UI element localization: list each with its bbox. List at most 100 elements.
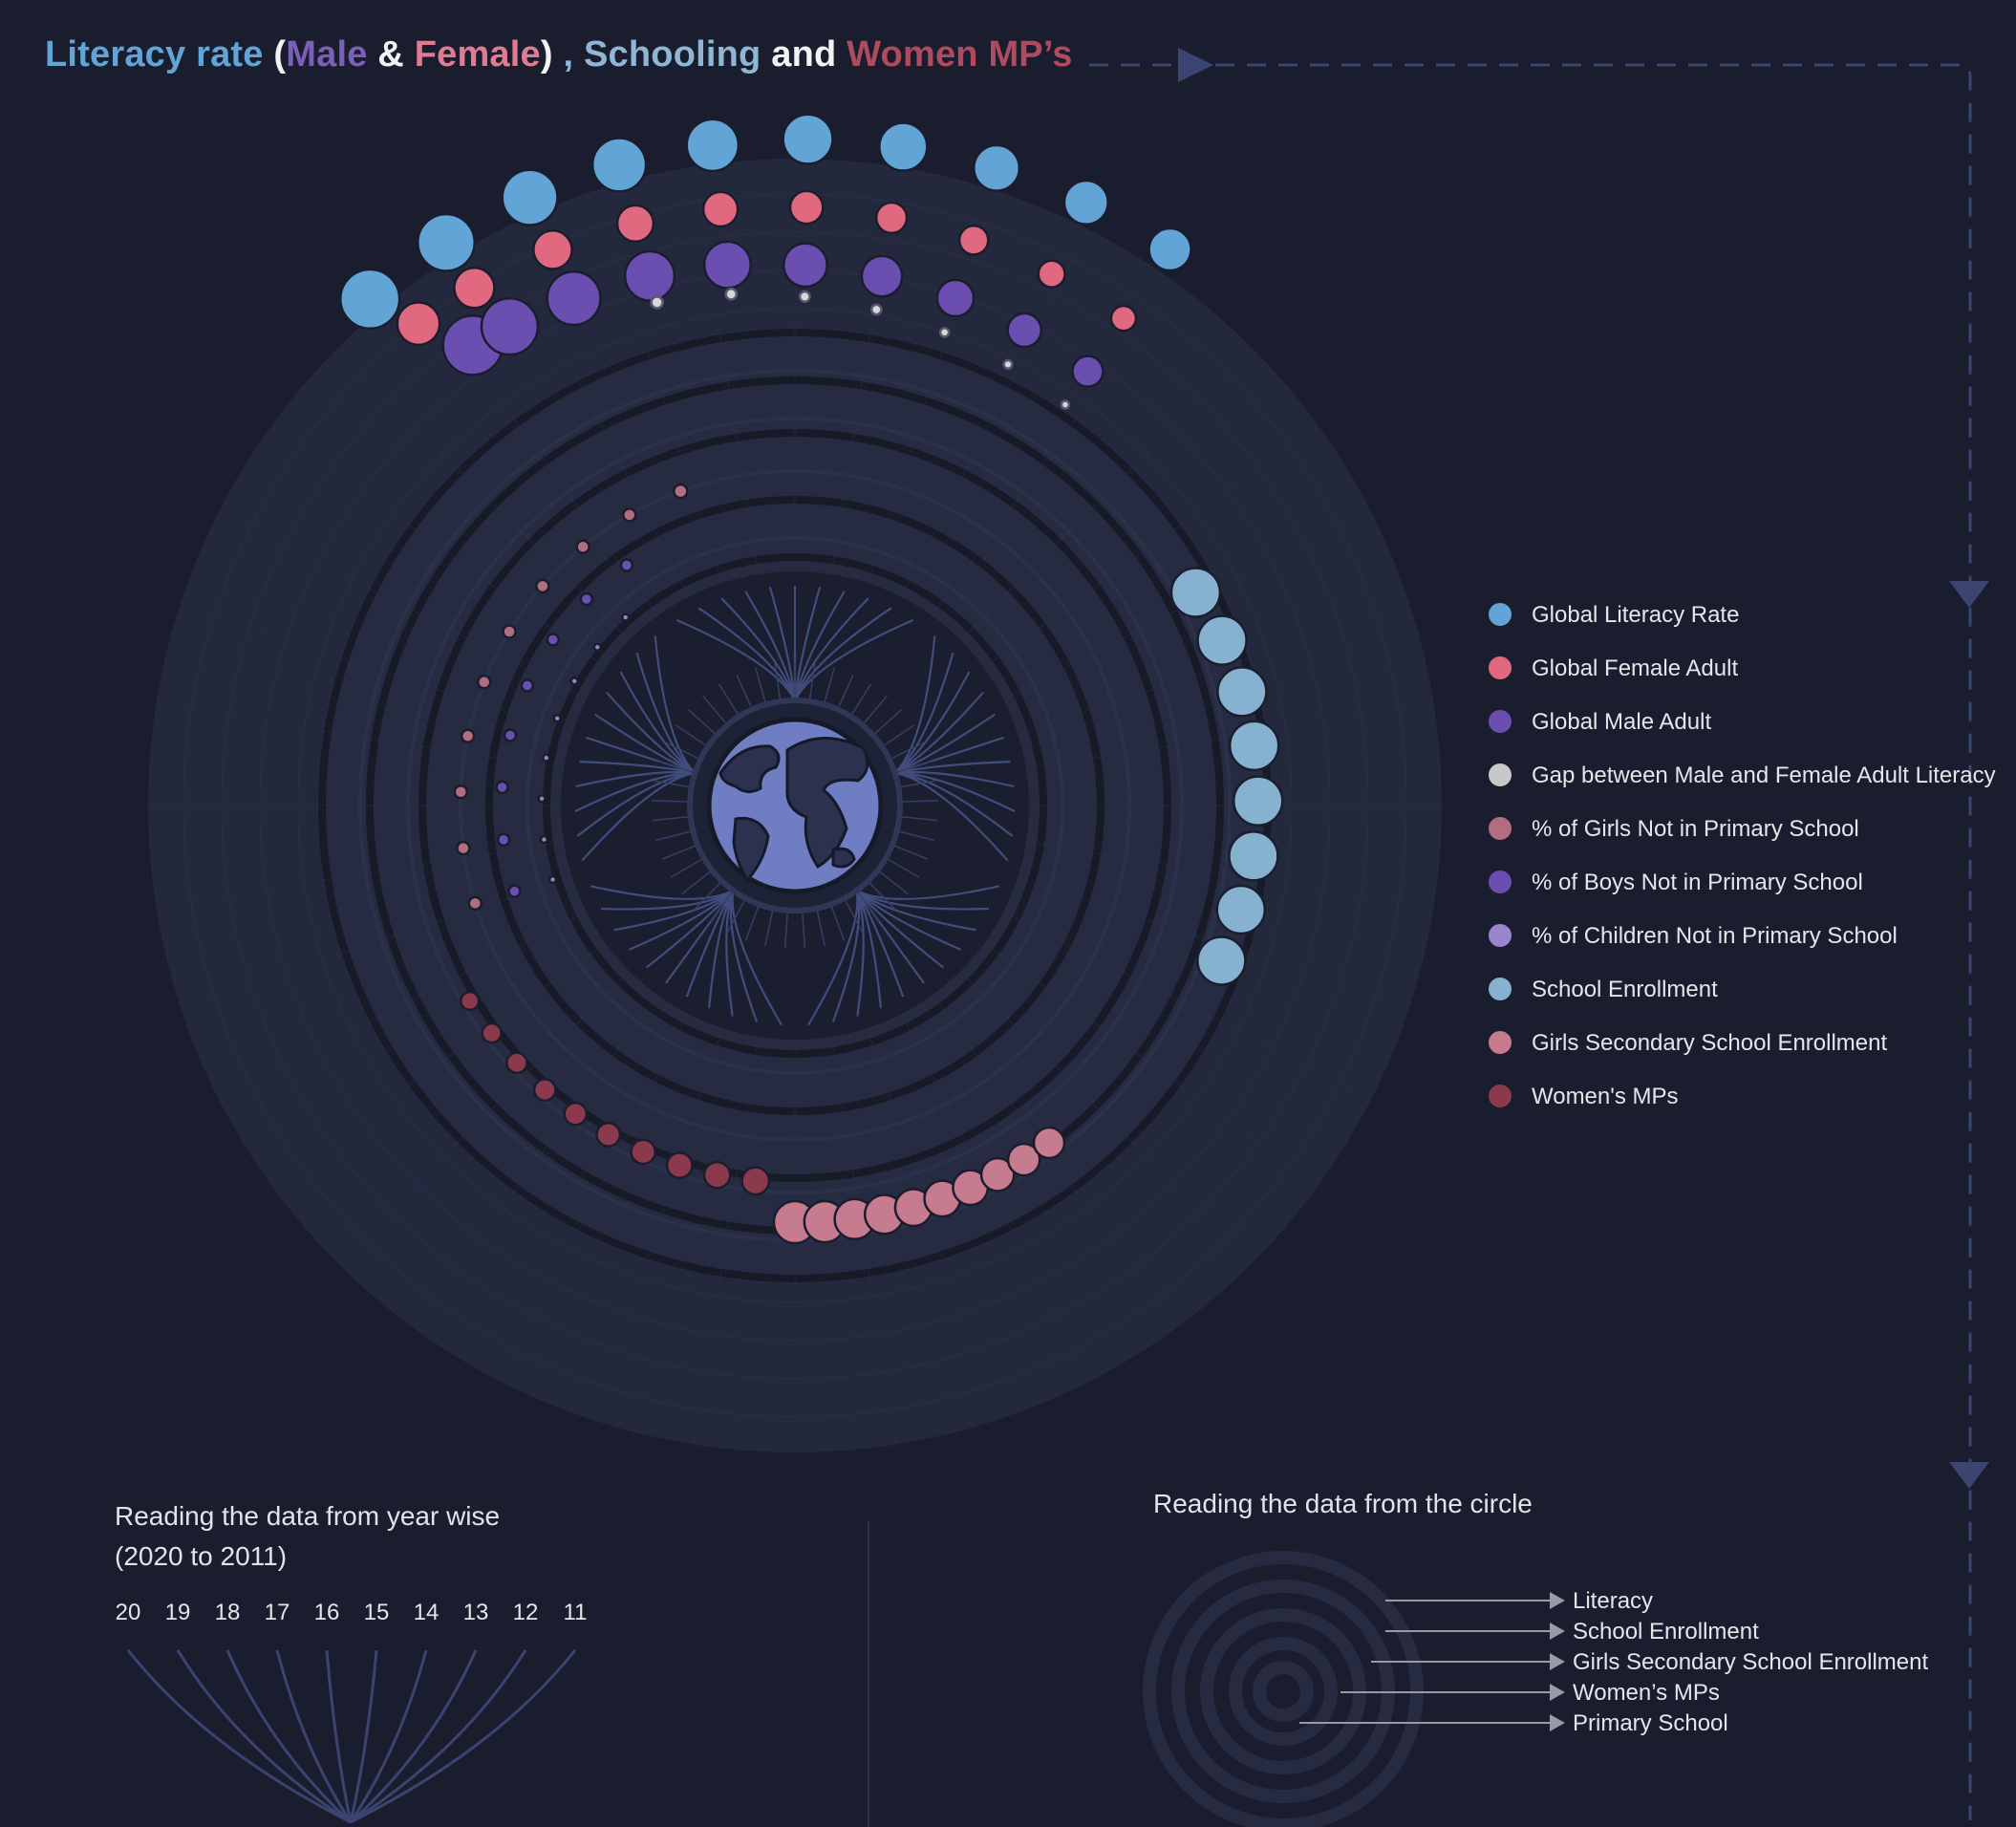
girls-not-in-primary-point [535, 578, 550, 594]
women-mps-point [460, 990, 481, 1012]
girls-not-in-primary-point [673, 483, 689, 500]
arrow-right-icon [1550, 1684, 1565, 1701]
male-adult-point [623, 249, 676, 302]
guide-ring-label: Women’s MPs [1573, 1680, 1720, 1706]
school-enrollment-point [1169, 567, 1222, 618]
year-branch [325, 1649, 353, 1823]
year-label: 18 [215, 1600, 241, 1625]
women-mps-point [532, 1078, 557, 1103]
literacy-rate-point [417, 212, 476, 272]
girls-not-in-primary-point [467, 895, 483, 912]
girls-not-in-primary-point [476, 675, 492, 690]
girls-not-in-primary-point [453, 785, 469, 800]
female-adult-point [957, 225, 990, 256]
women-mps-point [505, 1051, 528, 1075]
legend-label: % of Girls Not in Primary School [1532, 816, 1859, 842]
children-not-in-primary-point [547, 874, 558, 885]
children-not-in-primary-point [537, 794, 547, 804]
literacy-rate-point [878, 121, 929, 172]
girls-not-in-primary-point [460, 728, 476, 743]
year-label: 15 [364, 1600, 390, 1625]
guide-ring-label: Girls Secondary School Enrollment [1573, 1649, 1928, 1675]
literacy-rate-point [685, 118, 740, 173]
female-adult-point [788, 189, 825, 226]
legend-label: Girls Secondary School Enrollment [1532, 1030, 1887, 1056]
women-mps-point [630, 1138, 657, 1166]
literacy-gap-point [869, 303, 883, 316]
arrow-down-icon [1949, 1462, 1989, 1489]
legend-label: % of Children Not in Primary School [1532, 923, 1898, 949]
literacy-rate-point [501, 168, 559, 226]
male-adult-point [782, 242, 828, 289]
guide-ring-label: Literacy [1573, 1588, 1653, 1614]
school-enrollment-point [1216, 666, 1268, 718]
year-guide-caption: Reading the data from year wise (2020 to… [115, 1496, 500, 1577]
children-not-in-primary-point [569, 677, 579, 686]
male-adult-point [1006, 312, 1043, 349]
ring-guide: Literacy School Enrollment Girls Secondary… [1143, 1551, 1928, 1827]
women-mps-point [740, 1166, 771, 1196]
boys-not-in-primary-point [579, 591, 594, 607]
female-adult-point [1037, 259, 1066, 289]
year-guide-title-line2: (2020 to 2011) [115, 1541, 288, 1571]
literacy-gap-point [1060, 399, 1071, 410]
girls-secondary-point [1032, 1126, 1066, 1160]
male-adult-point [935, 278, 976, 318]
female-adult-point [532, 229, 573, 270]
legend-label: Gap between Male and Female Adult Litera… [1532, 763, 1996, 788]
women-mps-point [563, 1101, 589, 1127]
girls-not-in-primary-point [456, 840, 471, 856]
children-not-in-primary-point [621, 613, 631, 622]
male-adult-point [480, 296, 540, 356]
legend-swatch [1489, 978, 1512, 1000]
legend-swatch [1489, 656, 1512, 679]
legend-label: % of Boys Not in Primary School [1532, 870, 1863, 895]
female-adult-point [615, 204, 655, 244]
legend-swatch [1489, 1085, 1512, 1107]
legend: Global Literacy Rate Global Female Adult G… [1489, 602, 1996, 1109]
year-label: 13 [463, 1600, 489, 1625]
arrow-right-icon [1550, 1623, 1565, 1640]
legend-label: Global Male Adult [1532, 709, 1711, 735]
ring-guide-caption: Reading the data from the circle [1153, 1484, 1533, 1524]
children-not-in-primary-point [552, 714, 562, 723]
school-enrollment-point [1196, 935, 1247, 986]
guide-ring-label: Primary School [1573, 1710, 1728, 1736]
arrow-right-icon [1550, 1592, 1565, 1609]
year-label: 20 [116, 1600, 141, 1625]
globe-icon [687, 698, 903, 914]
legend-swatch [1489, 1031, 1512, 1054]
ring-guide-title: Reading the data from the circle [1153, 1489, 1533, 1518]
boys-not-in-primary-point [507, 884, 522, 899]
arrow-right-icon [1550, 1653, 1565, 1670]
school-enrollment-point [1215, 884, 1267, 935]
school-enrollment-point [1228, 830, 1279, 882]
boys-not-in-primary-point [520, 678, 535, 693]
literacy-rate-point [973, 143, 1021, 192]
literacy-rate-point [1147, 226, 1192, 272]
legend-label: Global Female Adult [1532, 656, 1738, 681]
girls-not-in-primary-point [575, 539, 590, 555]
year-label: 11 [564, 1600, 588, 1625]
literacy-gap-point [798, 290, 811, 303]
legend-swatch [1489, 871, 1512, 893]
women-mps-point [481, 1021, 503, 1044]
guide-ring [1229, 1637, 1338, 1746]
legend-swatch [1489, 603, 1512, 626]
children-not-in-primary-point [542, 753, 551, 763]
literacy-gap-point [938, 327, 951, 338]
legend-swatch [1489, 710, 1512, 733]
legend-swatch [1489, 924, 1512, 947]
year-branch [349, 1649, 378, 1823]
infographic: Literacy rate (Male & Female) , Schoolin… [0, 0, 2016, 1827]
female-adult-point [1109, 304, 1138, 333]
legend-label: School Enrollment [1532, 977, 1718, 1002]
male-adult-point [1071, 355, 1105, 388]
boys-not-in-primary-point [495, 780, 509, 795]
year-guide-title-line1: Reading the data from year wise [115, 1501, 501, 1531]
boys-not-in-primary-point [503, 728, 518, 742]
women-mps-point [702, 1160, 732, 1190]
school-enrollment-point [1228, 720, 1280, 772]
boys-not-in-primary-point [546, 633, 561, 647]
boys-not-in-primary-point [496, 832, 511, 848]
